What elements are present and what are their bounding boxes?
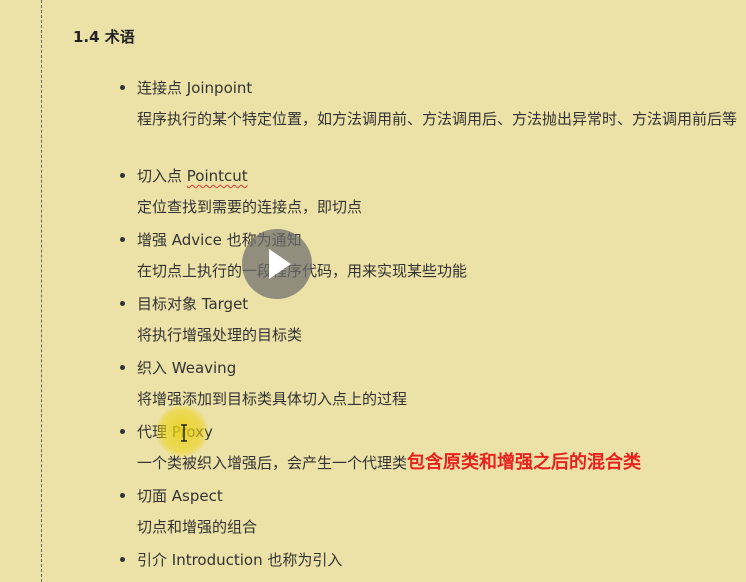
term-title: 目标对象 Target (137, 295, 249, 313)
bullet-icon (120, 301, 125, 306)
term-title-prefix: 切入点 (137, 167, 187, 185)
term-description: 在切点上执行的一段程序代码，用来实现某些功能 (137, 259, 737, 283)
bullet-icon (120, 365, 125, 370)
document-page: 1.4 术语 连接点 Joinpoint 程序执行的某个特定位置，如方法调用前、… (0, 0, 746, 582)
bullet-icon (120, 557, 125, 562)
term-description: 切点和增强的组合 (137, 518, 258, 536)
term-description: 将增强添加到目标类具体切入点上的过程 (137, 390, 408, 408)
bullet-icon (120, 173, 125, 178)
term-description: 程序执行的某个特定位置，如方法调用前、方法调用后、方法抛出异常时、方法调用前后等 (137, 110, 738, 128)
bullet-icon (120, 85, 125, 90)
section-heading: 1.4 术语 (73, 28, 135, 46)
term-title: 连接点 Joinpoint (137, 79, 253, 97)
term-title: 引介 Introduction 也称为引入 (137, 551, 343, 569)
bullet-icon (120, 237, 125, 242)
bullet-icon (120, 429, 125, 434)
play-icon[interactable] (242, 229, 312, 299)
term-title: 切入点 Pointcut (137, 165, 248, 186)
spellcheck-word: Pointcut (186, 167, 248, 185)
bullet-icon (120, 493, 125, 498)
margin-divider (41, 0, 42, 582)
term-description: 定位查找到需要的连接点，即切点 (137, 198, 363, 216)
highlight-annotation: 包含原类和增强之后的混合类 (407, 452, 642, 473)
term-title: 织入 Weaving (137, 359, 237, 377)
term-title: 切面 Aspect (137, 487, 223, 505)
text-cursor-icon (181, 424, 187, 442)
term-description: 一个类被织入增强后，会产生一个代理类包含原类和增强之后的混合类 (137, 451, 737, 475)
term-description: 将执行增强处理的目标类 (137, 326, 303, 344)
